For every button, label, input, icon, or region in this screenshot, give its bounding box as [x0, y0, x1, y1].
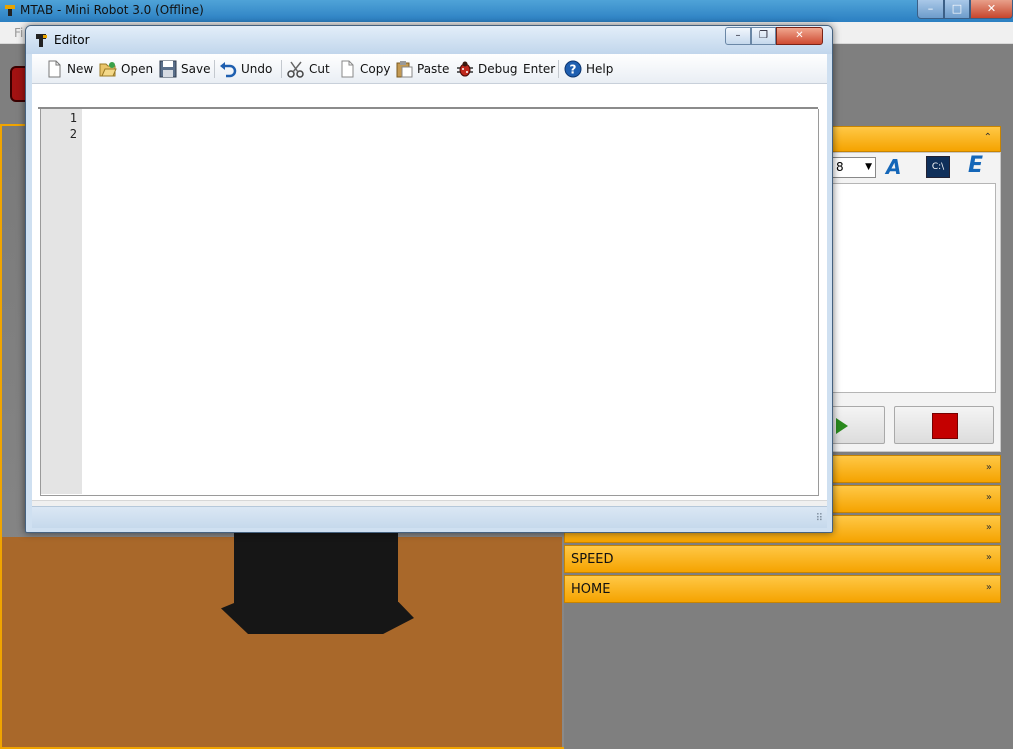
cut-button[interactable]: Cut	[287, 58, 330, 80]
accordion-speed-label: SPEED	[571, 552, 614, 567]
speed-select-value: 8	[836, 160, 844, 174]
speed-select[interactable]: 8 ▼	[829, 157, 876, 178]
copy-icon	[341, 60, 354, 78]
enter-button[interactable]: Enter	[523, 58, 555, 80]
open-label: Open	[121, 62, 154, 76]
line-number: 2	[69, 127, 77, 141]
menu-file[interactable]: Fi	[14, 26, 23, 40]
toolbar-separator	[281, 60, 282, 78]
font-icon[interactable]: A	[886, 155, 910, 179]
new-label: New	[67, 62, 94, 76]
help-label: Help	[586, 62, 614, 76]
undo-button[interactable]: Undo	[219, 58, 272, 80]
document-icon	[48, 60, 61, 78]
run-button[interactable]	[829, 406, 885, 444]
editor-client-area: New Open Save Undo Cut Copy Paste Debug …	[32, 54, 827, 527]
save-button[interactable]: Save	[159, 58, 210, 80]
editor-status-bar: ⠿	[32, 506, 827, 528]
editor-toolbar: New Open Save Undo Cut Copy Paste Debug …	[32, 54, 827, 84]
editor-info-bar	[32, 85, 827, 107]
paste-button[interactable]: Paste	[395, 58, 449, 80]
svg-text:?: ?	[570, 63, 577, 77]
debug-button[interactable]: Debug	[456, 58, 517, 80]
toolbar-separator	[214, 60, 215, 78]
close-button[interactable]: ✕	[970, 0, 1013, 19]
code-editor[interactable]: 1 2	[40, 109, 819, 496]
edit-icon[interactable]: E	[968, 153, 988, 179]
editor-close-button[interactable]: ✕	[776, 27, 823, 45]
help-button[interactable]: ? Help	[564, 58, 613, 80]
editor-minimize-button[interactable]: –	[725, 27, 751, 45]
minimize-icon: –	[927, 2, 934, 15]
console-icon[interactable]: C:\	[926, 156, 950, 178]
minimize-button[interactable]: –	[917, 0, 944, 19]
accordion-home-label: HOME	[571, 582, 611, 597]
chevron-down-icon: ▼	[865, 162, 872, 172]
copy-button[interactable]: Copy	[338, 58, 390, 80]
toolbar-separator	[558, 60, 559, 78]
line-number-gutter: 1 2	[41, 109, 82, 494]
debug-label: Debug	[478, 62, 518, 76]
stop-icon	[932, 413, 958, 439]
main-window-titlebar[interactable]: MTAB - Mini Robot 3.0 (Offline) – □ ✕	[0, 0, 1013, 22]
maximize-icon: □	[951, 2, 963, 15]
editor-app-icon	[36, 34, 47, 47]
resize-grip-icon[interactable]: ⠿	[816, 513, 823, 524]
chevron-up-icon: ⌃	[983, 132, 992, 143]
accordion-home[interactable]: HOME »	[564, 575, 1001, 603]
chevron-down-icon: »	[985, 492, 992, 503]
copy-label: Copy	[360, 62, 391, 76]
program-list[interactable]	[832, 183, 996, 393]
robot-column	[234, 530, 398, 612]
save-label: Save	[181, 62, 211, 76]
chevron-down-icon: »	[985, 522, 992, 533]
line-number: 1	[69, 111, 77, 125]
editor-maximize-button[interactable]: ❐	[751, 27, 776, 45]
chevron-down-icon: »	[985, 462, 992, 473]
bug-icon	[457, 61, 473, 77]
accordion-speed[interactable]: SPEED »	[564, 545, 1001, 573]
open-button[interactable]: Open	[99, 58, 153, 80]
chevron-down-icon: »	[985, 582, 992, 593]
close-icon: ✕	[986, 2, 997, 15]
main-window-title: MTAB - Mini Robot 3.0 (Offline)	[20, 3, 204, 17]
folder-open-icon	[99, 62, 117, 77]
undo-arrow-icon	[220, 62, 237, 78]
new-button[interactable]: New	[45, 58, 93, 80]
floppy-disk-icon	[159, 60, 177, 78]
maximize-button[interactable]: □	[944, 0, 970, 19]
help-icon: ?	[564, 60, 582, 78]
clipboard-icon	[396, 61, 413, 78]
editor-title: Editor	[54, 33, 90, 47]
minimize-icon: –	[735, 30, 741, 41]
editor-titlebar[interactable]: Editor – ❐ ✕	[26, 26, 832, 54]
enter-label: Enter	[523, 62, 556, 76]
close-icon: ✕	[795, 30, 804, 41]
robot-app-icon	[5, 5, 15, 16]
play-icon	[836, 418, 848, 434]
program-section-header[interactable]: ⌃	[829, 126, 1001, 152]
chevron-down-icon: »	[985, 552, 992, 563]
restore-icon: ❐	[759, 30, 768, 41]
cut-label: Cut	[309, 62, 330, 76]
code-text-area[interactable]	[85, 109, 815, 492]
editor-window: Editor – ❐ ✕ New Open Save Undo Cut Copy…	[25, 25, 833, 533]
scissors-icon	[287, 61, 304, 78]
undo-label: Undo	[241, 62, 273, 76]
stop-button[interactable]	[894, 406, 994, 444]
robot-base	[221, 602, 414, 634]
paste-label: Paste	[417, 62, 450, 76]
